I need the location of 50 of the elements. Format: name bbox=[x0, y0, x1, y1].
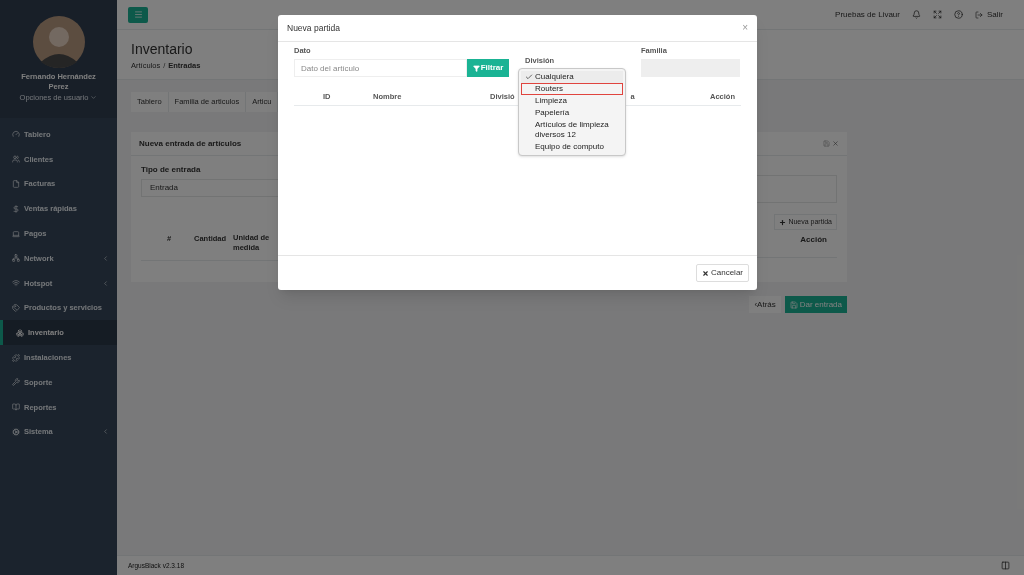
wrench-icon bbox=[12, 378, 20, 387]
check-icon bbox=[524, 73, 533, 81]
dropdown-option[interactable]: Cualquiera bbox=[521, 71, 623, 83]
entry-type-select[interactable]: Entrada bbox=[141, 179, 281, 197]
file-icon bbox=[12, 180, 20, 188]
close-button[interactable]: × bbox=[742, 23, 748, 33]
book-icon bbox=[12, 403, 20, 412]
page-title: Inventario bbox=[131, 40, 193, 58]
menu-button[interactable] bbox=[128, 6, 148, 23]
field-label: Tipo de entrada bbox=[141, 164, 202, 176]
filter-icon bbox=[472, 64, 480, 72]
filter-button[interactable]: Filtrar bbox=[467, 59, 509, 77]
plus-icon bbox=[779, 218, 787, 226]
panel-title: Nueva entrada de artículos bbox=[139, 137, 242, 150]
avatar bbox=[32, 16, 85, 68]
dropdown-option[interactable]: Limpieza bbox=[521, 95, 623, 107]
close-icon[interactable] bbox=[832, 140, 839, 147]
logout-icon bbox=[975, 10, 983, 19]
expand-icon[interactable] bbox=[933, 10, 942, 19]
logout-button[interactable]: Salir bbox=[975, 8, 1003, 21]
dropdown-option[interactable]: Papelería bbox=[521, 107, 623, 119]
chevron-icon bbox=[102, 279, 109, 287]
puzzle-icon bbox=[12, 353, 20, 362]
back-button[interactable]: ‹Atrás bbox=[749, 296, 781, 313]
save-icon bbox=[789, 300, 798, 309]
bell-icon[interactable] bbox=[912, 10, 921, 19]
chevron-icon bbox=[102, 428, 109, 436]
caret-icon bbox=[90, 94, 98, 102]
account-name: Pruebas de Livaur bbox=[835, 8, 900, 21]
wifi-icon bbox=[12, 279, 20, 288]
search-field[interactable]: Dato del artículo bbox=[294, 59, 467, 77]
gauge-icon bbox=[12, 130, 20, 139]
gear-icon bbox=[12, 427, 20, 436]
boxes-icon bbox=[16, 328, 24, 337]
column-header: Acción bbox=[800, 234, 827, 246]
tags-icon bbox=[12, 303, 20, 312]
dropdown-option[interactable]: Equipo de computo bbox=[521, 141, 623, 153]
dropdown-option[interactable]: Artículos de limpieza diversos 12 bbox=[521, 119, 623, 141]
users-icon bbox=[12, 155, 20, 164]
menu-icon bbox=[133, 10, 143, 19]
panel-toggle-icon[interactable] bbox=[1001, 561, 1010, 570]
dropdown-option[interactable]: Routers bbox=[521, 83, 623, 95]
cancel-button[interactable]: Cancelar bbox=[696, 264, 749, 282]
close-icon bbox=[702, 269, 709, 277]
network-icon bbox=[12, 254, 20, 263]
chevron-icon bbox=[102, 254, 109, 262]
dollar-icon bbox=[12, 204, 20, 213]
laptop-icon bbox=[12, 229, 20, 238]
help-icon[interactable] bbox=[954, 10, 963, 19]
modal-title: Nueva partida bbox=[287, 21, 340, 35]
